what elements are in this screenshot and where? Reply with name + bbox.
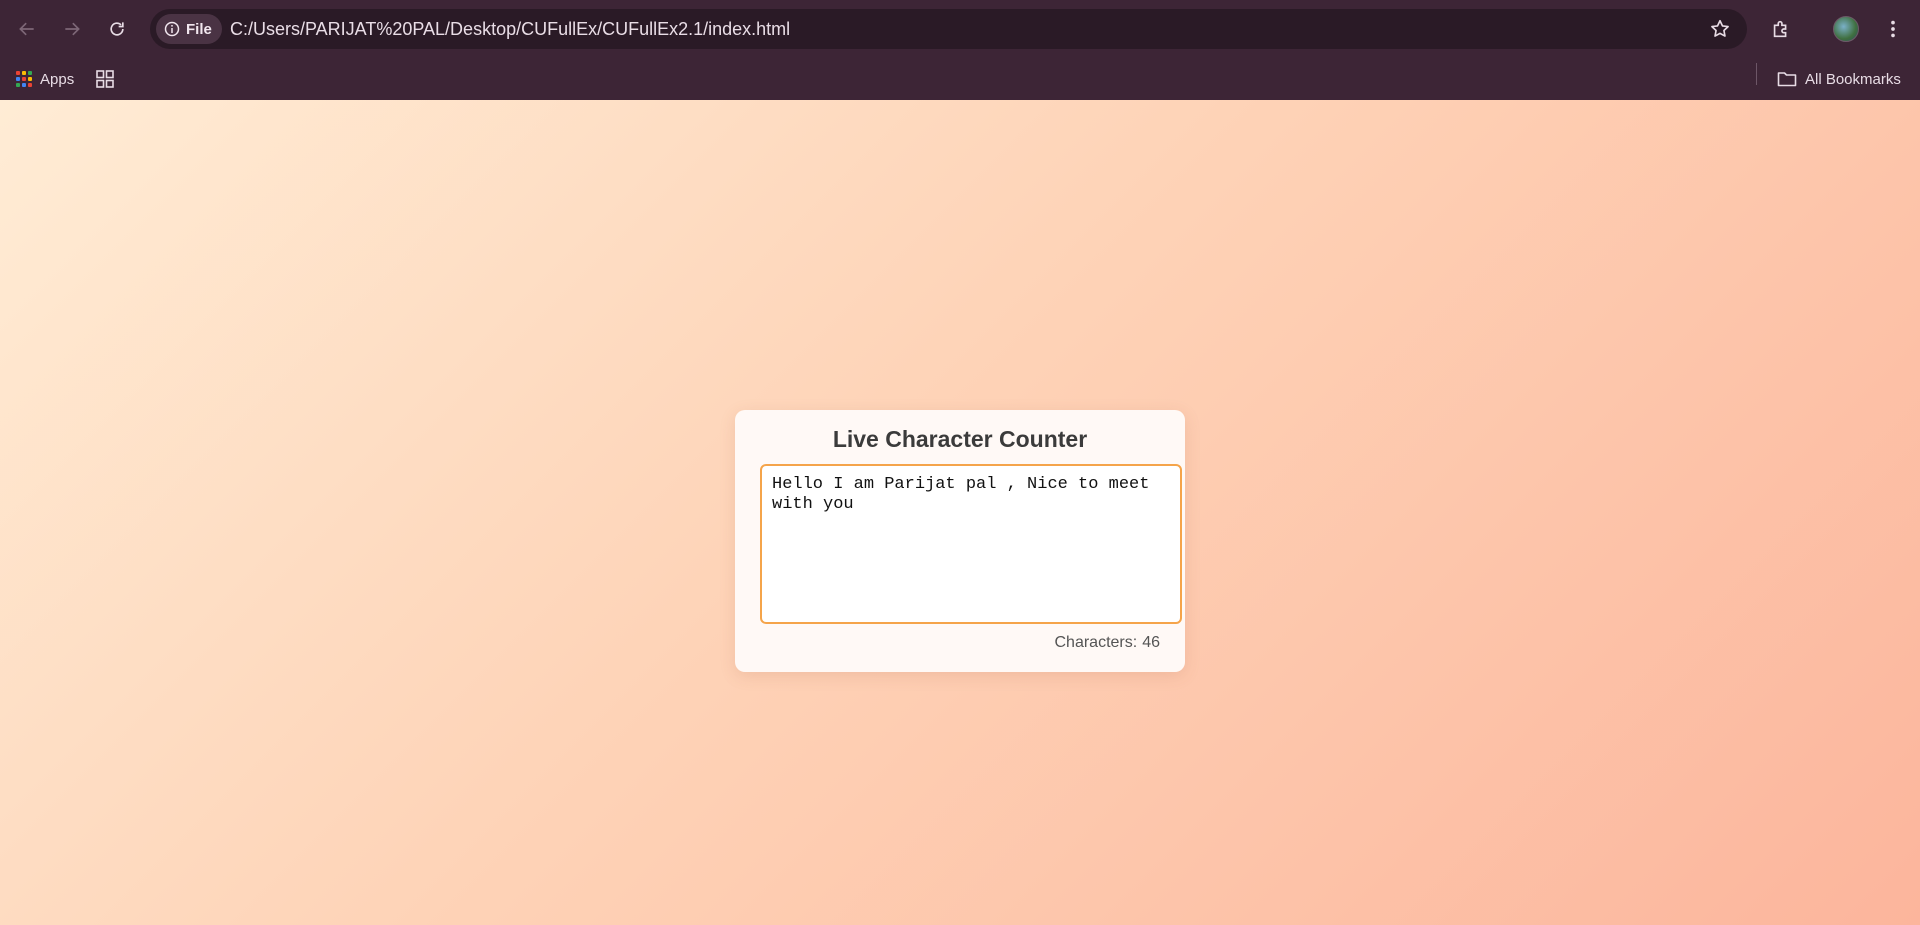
text-input-area[interactable]: Hello I am Parijat pal , Nice to meet wi… <box>760 464 1182 624</box>
info-icon <box>164 21 180 37</box>
bookmark-apps-label: Apps <box>40 70 75 88</box>
kebab-menu-icon <box>1891 20 1895 38</box>
page-viewport: Live Character Counter Hello I am Parija… <box>0 100 1920 925</box>
character-count: Characters: 46 <box>1055 634 1161 652</box>
extensions-button[interactable] <box>1766 14 1796 44</box>
character-count-label: Characters: <box>1054 634 1138 651</box>
extensions-icon <box>1773 20 1787 38</box>
browser-toolbar: File C:/Users/PARIJAT%20PAL/Desktop/CUFu… <box>0 0 1920 58</box>
all-bookmarks-label: All Bookmarks <box>1805 70 1901 88</box>
folder-icon <box>1777 72 1797 87</box>
forward-arrow-icon <box>65 22 80 36</box>
tab-groups-icon <box>96 70 114 88</box>
address-bar[interactable]: File C:/Users/PARIJAT%20PAL/Desktop/CUFu… <box>150 9 1747 49</box>
browser-chrome: File C:/Users/PARIJAT%20PAL/Desktop/CUFu… <box>0 0 1920 100</box>
back-arrow-icon <box>19 22 34 36</box>
url-text[interactable]: C:/Users/PARIJAT%20PAL/Desktop/CUFullEx/… <box>230 9 790 49</box>
bookmarks-bar: Apps All Bookmarks <box>0 58 1920 100</box>
page-title: Live Character Counter <box>832 426 1088 452</box>
reload-button[interactable] <box>100 12 134 46</box>
tab-groups-button[interactable] <box>95 64 115 94</box>
site-chip-label: File <box>186 20 212 38</box>
star-icon[interactable] <box>1709 18 1731 40</box>
apps-grid-icon <box>16 71 32 87</box>
profile-avatar[interactable] <box>1833 16 1859 42</box>
bookmark-apps[interactable]: Apps <box>16 64 74 94</box>
character-count-value: 46 <box>1142 634 1160 651</box>
reload-icon <box>110 22 124 36</box>
counter-card: Live Character Counter Hello I am Parija… <box>735 410 1185 672</box>
site-info-chip[interactable]: File <box>156 14 222 44</box>
all-bookmarks-button[interactable]: All Bookmarks <box>1777 64 1901 94</box>
bookmarks-divider <box>1756 63 1757 85</box>
forward-button[interactable] <box>55 12 89 46</box>
browser-menu-button[interactable] <box>1878 14 1908 44</box>
back-button[interactable] <box>10 12 44 46</box>
